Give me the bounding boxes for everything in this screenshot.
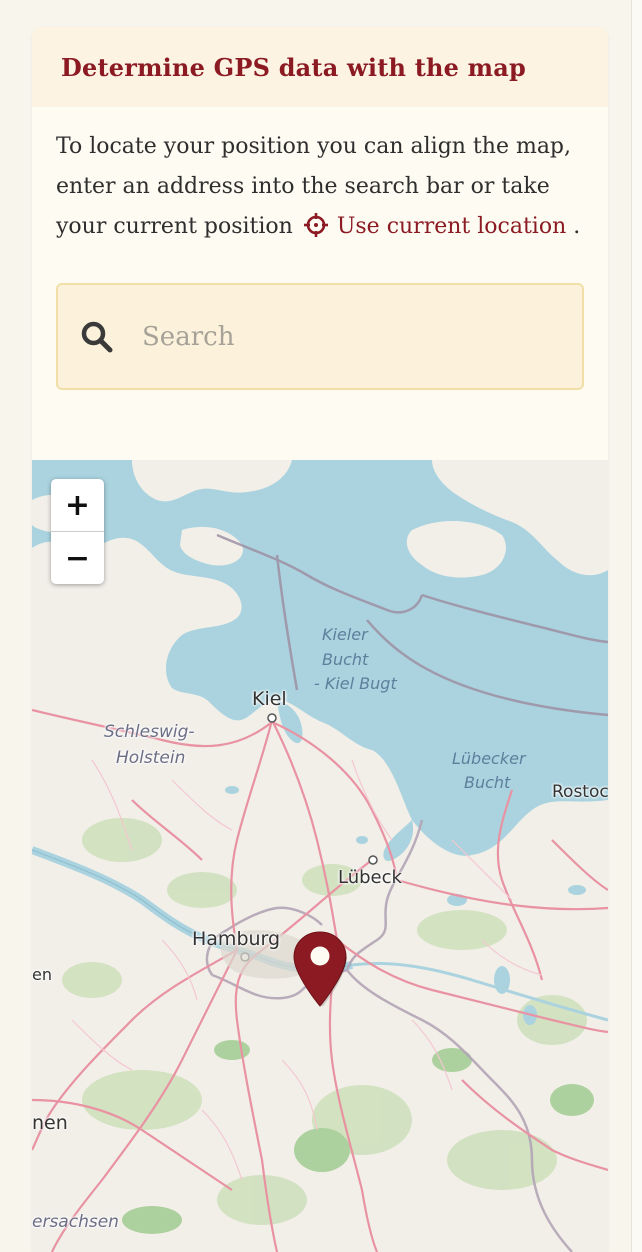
label-luebeck: Lübeck [338, 867, 402, 888]
map-view[interactable]: Kieler Bucht - Kiel Bugt Kiel Schleswig-… [32, 460, 608, 1252]
label-kieler-bucht-2: Bucht [322, 650, 369, 669]
label-bucht: Bucht [464, 773, 511, 792]
zoom-out-button[interactable]: − [51, 531, 104, 584]
zoom-control: + − [51, 479, 104, 584]
intro-text: To locate your position you can align th… [56, 127, 584, 247]
label-kieler-bucht-3: - Kiel Bugt [314, 674, 397, 693]
label-kieler-bucht-1: Kieler [322, 625, 368, 644]
label-hamburg: Hamburg [192, 928, 281, 950]
label-holstein: Holstein [116, 748, 186, 768]
zoom-in-button[interactable]: + [51, 479, 104, 531]
map-pin-icon[interactable] [292, 930, 348, 1010]
card-title: Determine GPS data with the map [61, 52, 526, 82]
page-scrollbar[interactable] [631, 0, 642, 1252]
label-ersachsen: ersachsen [32, 1212, 119, 1232]
card-body: To locate your position you can align th… [32, 107, 608, 390]
search-bar[interactable] [56, 283, 584, 390]
label-kiel: Kiel [252, 688, 287, 710]
card-header: Determine GPS data with the map [32, 27, 608, 107]
label-rostock: Rostoc [552, 782, 608, 802]
label-en: en [32, 965, 52, 984]
label-nen: nen [32, 1112, 68, 1134]
gps-map-card: Determine GPS data with the map To locat… [32, 27, 608, 1252]
map-tiles [32, 460, 608, 1252]
label-luebecker: Lübecker [452, 749, 526, 768]
crosshair-icon[interactable] [303, 212, 329, 238]
label-schleswig: Schleswig- [104, 722, 195, 742]
search-icon [81, 321, 113, 352]
search-input[interactable] [140, 305, 582, 368]
intro-trailing: . [566, 214, 581, 239]
use-current-location-link[interactable]: Use current location [337, 214, 566, 239]
